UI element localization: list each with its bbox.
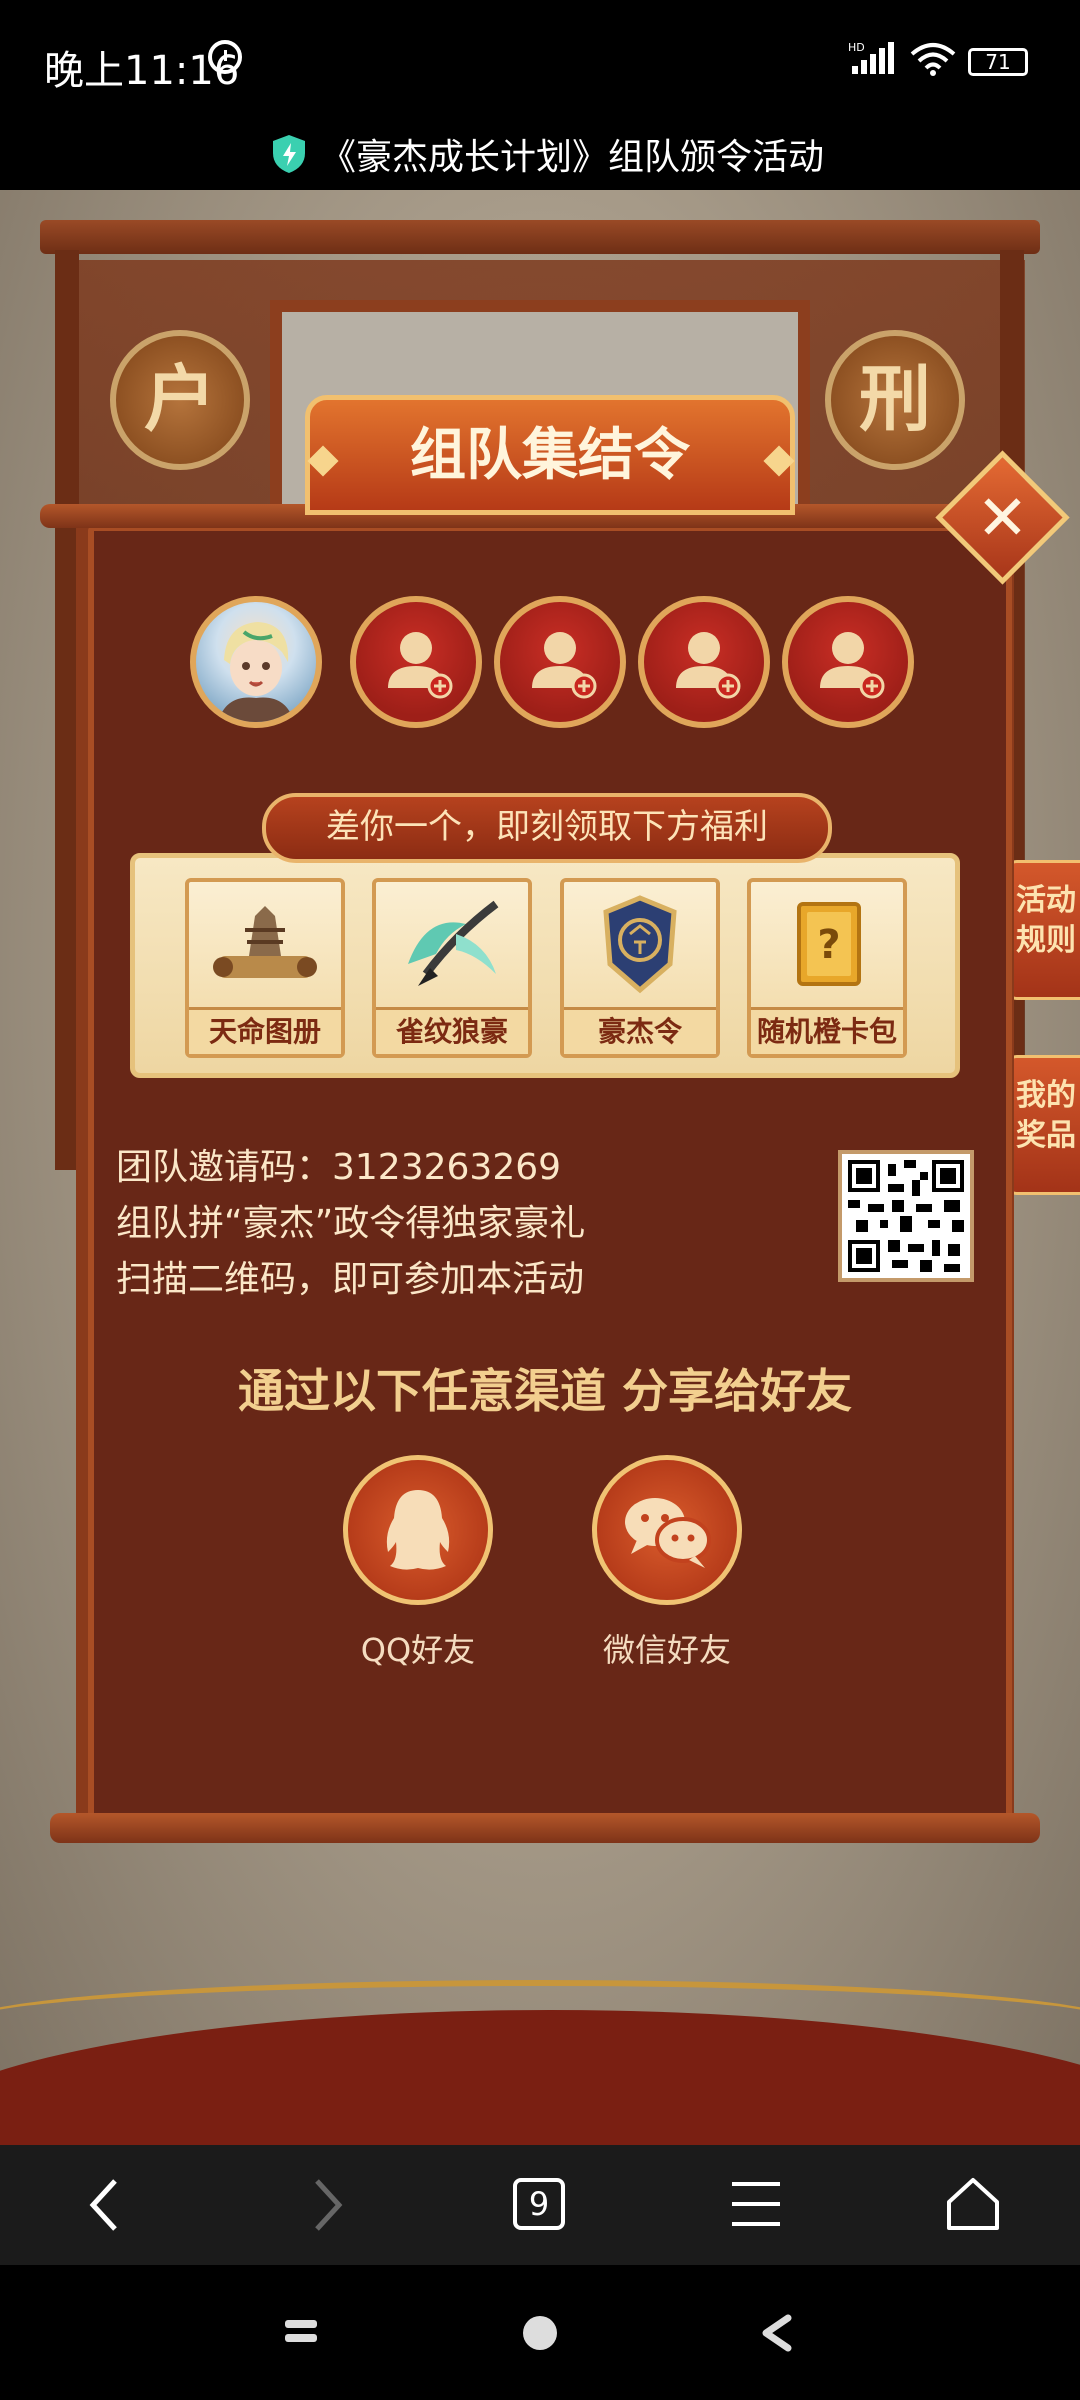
alarm-icon [208,40,242,74]
invite-code: 团队邀请码：3123263269 [116,1147,562,1188]
forward-icon[interactable] [307,2175,347,2235]
add-member-icon [820,632,885,699]
close-icon[interactable]: ✕ [955,470,1050,565]
add-member-icon [676,632,741,699]
battery-indicator: 71 [968,48,1028,76]
avatar[interactable] [190,596,322,728]
signal-icon: HD [848,41,894,74]
character-portrait [218,622,294,722]
reward-hint: 差你一个，即刻领取下方福利 [262,793,832,863]
scroll-icon [213,906,317,978]
back-icon[interactable] [85,2175,125,2235]
seal-right: 刑 [825,330,965,470]
dialog-title: 组队集结令 [410,422,690,488]
qq-share-label[interactable]: QQ好友 [318,1625,518,1671]
qr-code-icon [848,1160,964,1272]
empty-slot-button[interactable] [638,596,770,728]
add-member-icon [388,632,453,699]
panel-bottom-rail [50,1813,1040,1843]
bottom-gold-line [0,1980,1080,2066]
wifi-icon [910,43,956,76]
menu-icon[interactable] [730,2180,782,2228]
activity-rules-tab[interactable]: 活动规则 [1005,860,1080,1000]
page-title: 《豪杰成长计划》组队颁令活动 [320,137,825,178]
home-icon[interactable] [945,2176,1001,2232]
home-system-icon[interactable] [523,2316,557,2350]
token-icon [603,895,677,994]
background-rail [40,220,1040,254]
reward-label: 豪杰令 [564,1007,716,1054]
seal-left: 户 [110,330,250,470]
my-prizes-tab[interactable]: 我的奖品 [1005,1055,1080,1195]
reward-item[interactable]: 雀纹狼豪 [372,878,532,1058]
brush-icon [408,900,499,986]
recents-icon[interactable] [285,2318,317,2344]
hd-label: HD [848,41,865,54]
wechat-share-button[interactable] [592,1455,742,1605]
add-member-icon [532,632,597,699]
back-system-icon[interactable] [760,2314,794,2352]
empty-slot-button[interactable] [782,596,914,728]
empty-slot-button[interactable] [494,596,626,728]
reward-label: 天命图册 [189,1007,341,1054]
reward-label: 雀纹狼豪 [376,1007,528,1054]
qq-icon [386,1490,450,1570]
shield-icon [273,135,305,173]
promo-line: 组队拼“豪杰”政令得独家豪礼 [116,1203,586,1244]
reward-item[interactable]: 天命图册 [185,878,345,1058]
empty-slot-button[interactable] [350,596,482,728]
reward-item[interactable]: ? 随机橙卡包 [747,878,907,1058]
card-pack-icon: ? [797,902,861,986]
scan-hint: 扫描二维码，即可参加本活动 [116,1259,585,1300]
wechat-share-label[interactable]: 微信好友 [567,1625,767,1671]
reward-item[interactable]: 豪杰令 [560,878,720,1058]
qr-code[interactable] [838,1150,974,1282]
reward-label: 随机橙卡包 [751,1007,903,1054]
qq-share-button[interactable] [343,1455,493,1605]
wechat-icon [625,1498,711,1568]
share-title: 通过以下任意渠道 分享给好友 [237,1364,852,1418]
tabs-button[interactable]: 9 [513,2178,565,2230]
svg-text:?: ? [817,922,840,968]
